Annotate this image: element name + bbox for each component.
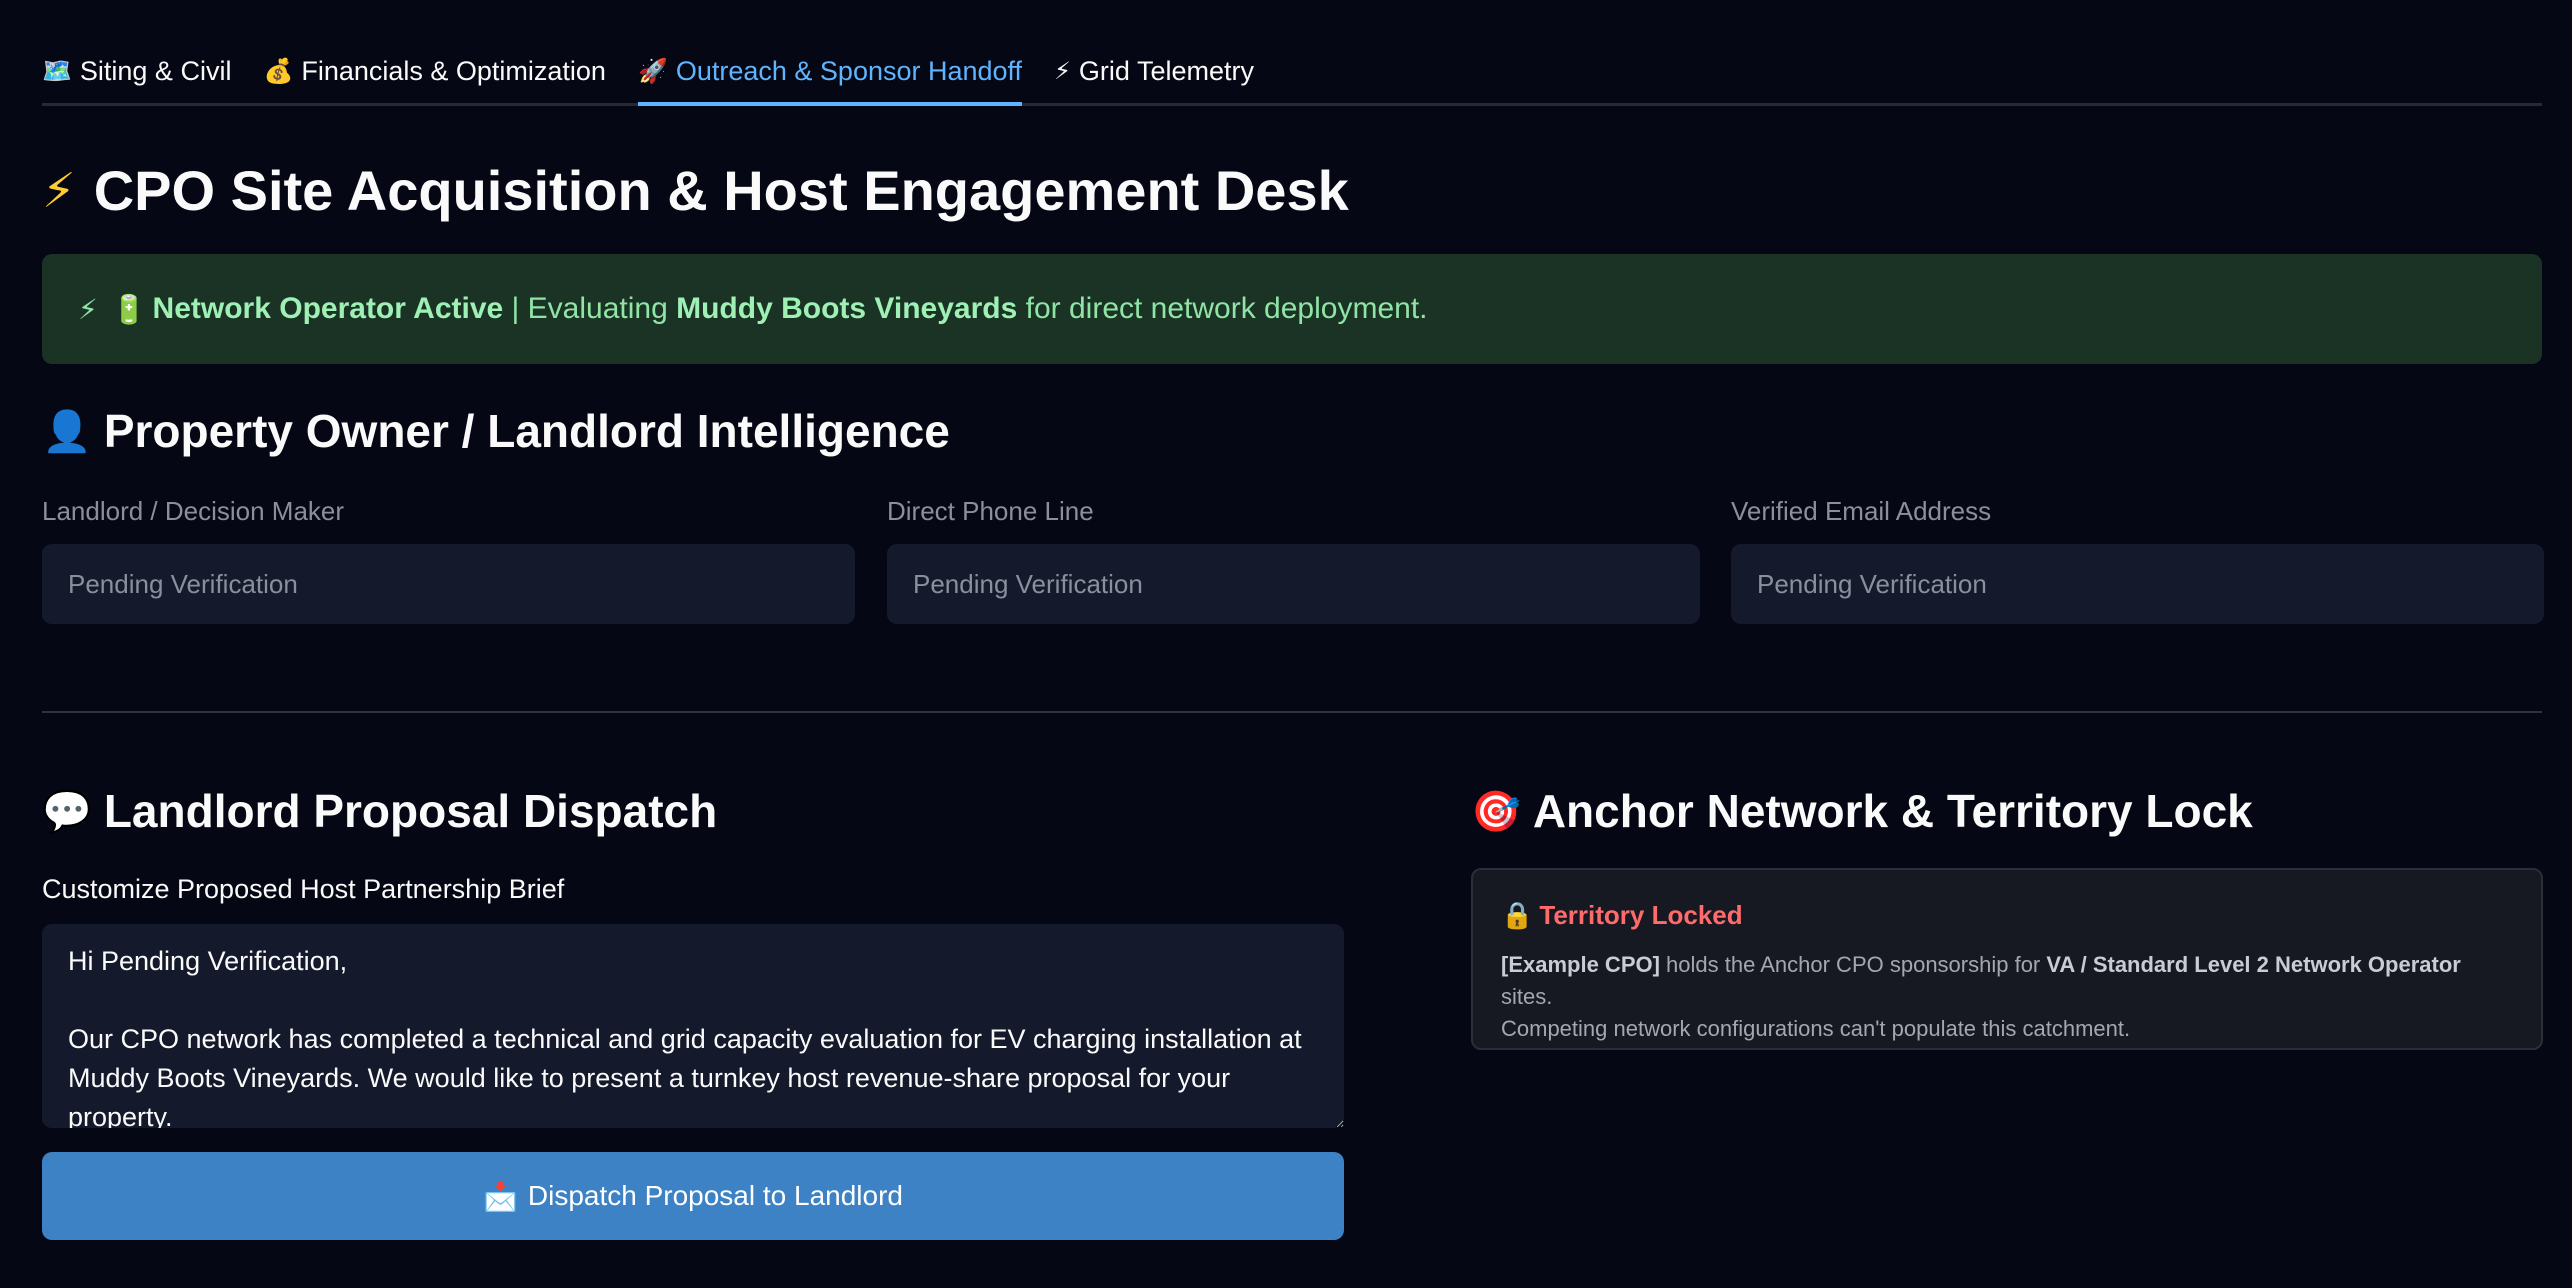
proposal-brief-textarea[interactable] [42,924,1344,1128]
button-label: Dispatch Proposal to Landlord [527,1180,903,1211]
owner-section-title: 👤 Property Owner / Landlord Intelligence [42,404,950,458]
tab-outreach-sponsor-handoff[interactable]: 🚀 Outreach & Sponsor Handoff [637,40,1023,106]
section-title-text: Property Owner / Landlord Intelligence [103,405,950,457]
sponsor-name: [Example CPO] [1501,952,1660,977]
app-page: 🗺️ Siting & Civil 💰 Financials & Optimiz… [0,0,2572,1288]
territory-lock-card: 🔒 Territory Locked [Example CPO] holds t… [1471,868,2543,1050]
tab-label: Financials & Optimization [301,55,606,86]
lightning-icon: ⚡ [78,293,98,325]
alert-site: Muddy Boots Vineyards [676,292,1018,325]
lightning-icon: ⚡ [1054,57,1071,85]
phone-input[interactable] [887,544,1700,624]
lock-title-text: Territory Locked [1539,900,1743,930]
email-input[interactable] [1731,544,2544,624]
user-icon: 👤 [42,409,92,454]
tab-siting-civil[interactable]: 🗺️ Siting & Civil [42,40,231,106]
email-field: Verified Email Address [1731,496,2544,624]
alert-suffix: for direct network deployment. [1017,292,1428,325]
landlord-field: Landlord / Decision Maker [42,496,855,624]
landlord-input[interactable] [42,544,855,624]
battery-icon: 🔋 [111,293,147,325]
field-label: Verified Email Address [1731,496,1992,526]
section-title-text: Anchor Network & Territory Lock [1532,785,2253,837]
dispatch-proposal-button[interactable]: 📩 Dispatch Proposal to Landlord [42,1152,1344,1240]
lightning-icon: ⚡ [42,164,76,218]
money-bag-icon: 💰 [263,57,294,85]
tab-grid-telemetry[interactable]: ⚡ Grid Telemetry [1054,40,1254,106]
map-icon: 🗺️ [42,57,72,85]
territory-section-title: 🎯 Anchor Network & Territory Lock [1471,784,2253,838]
tab-label: Grid Telemetry [1078,55,1254,86]
lock-icon: 🔒 [1501,900,1534,930]
target-icon: 🎯 [1471,789,1521,834]
tab-bar: 🗺️ Siting & Civil 💰 Financials & Optimiz… [42,40,2542,106]
field-label: Landlord / Decision Maker [42,496,345,526]
lock-text-part: sites. [1501,984,1553,1009]
page-title: ⚡ CPO Site Acquisition & Host Engagement… [42,158,1349,223]
tab-financials-optimization[interactable]: 💰 Financials & Optimization [263,40,606,106]
lock-description: [Example CPO] holds the Anchor CPO spons… [1501,949,2513,1045]
status-alert: ⚡ 🔋 Network Operator Active | Evaluating… [42,254,2542,364]
alert-status: Network Operator Active [152,292,504,325]
sponsor-tier: VA / Standard Level 2 Network Operator [2046,952,2461,977]
tab-label: Outreach & Sponsor Handoff [675,55,1023,86]
lock-title: 🔒 Territory Locked [1501,900,2513,931]
section-title-text: Landlord Proposal Dispatch [103,785,718,837]
proposal-section-title: 💬 Landlord Proposal Dispatch [42,784,717,838]
lock-text-part: holds the Anchor CPO sponsorship for [1659,952,2047,977]
field-label: Direct Phone Line [887,496,1094,526]
divider [42,711,2542,713]
envelope-icon: 📩 [483,1180,518,1212]
phone-field: Direct Phone Line [887,496,1700,624]
proposal-brief-label: Customize Proposed Host Partnership Brie… [42,874,565,904]
rocket-icon: 🚀 [637,57,668,85]
speech-bubble-icon: 💬 [42,789,92,834]
tab-label: Siting & Civil [79,55,232,86]
lock-text-part: Competing network configurations can't p… [1501,1016,2131,1041]
page-title-text: CPO Site Acquisition & Host Engagement D… [93,159,1349,222]
alert-text: Network Operator Active | Evaluating Mud… [153,292,1428,326]
alert-sep: | Evaluating [503,292,677,325]
